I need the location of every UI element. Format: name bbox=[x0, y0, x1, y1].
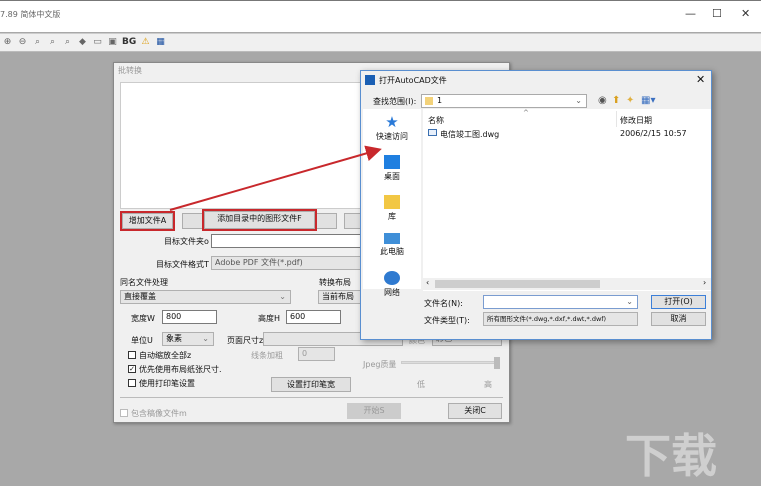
annotation-arrow bbox=[169, 145, 382, 211]
watermark-logo: 下载 bbox=[625, 429, 717, 483]
